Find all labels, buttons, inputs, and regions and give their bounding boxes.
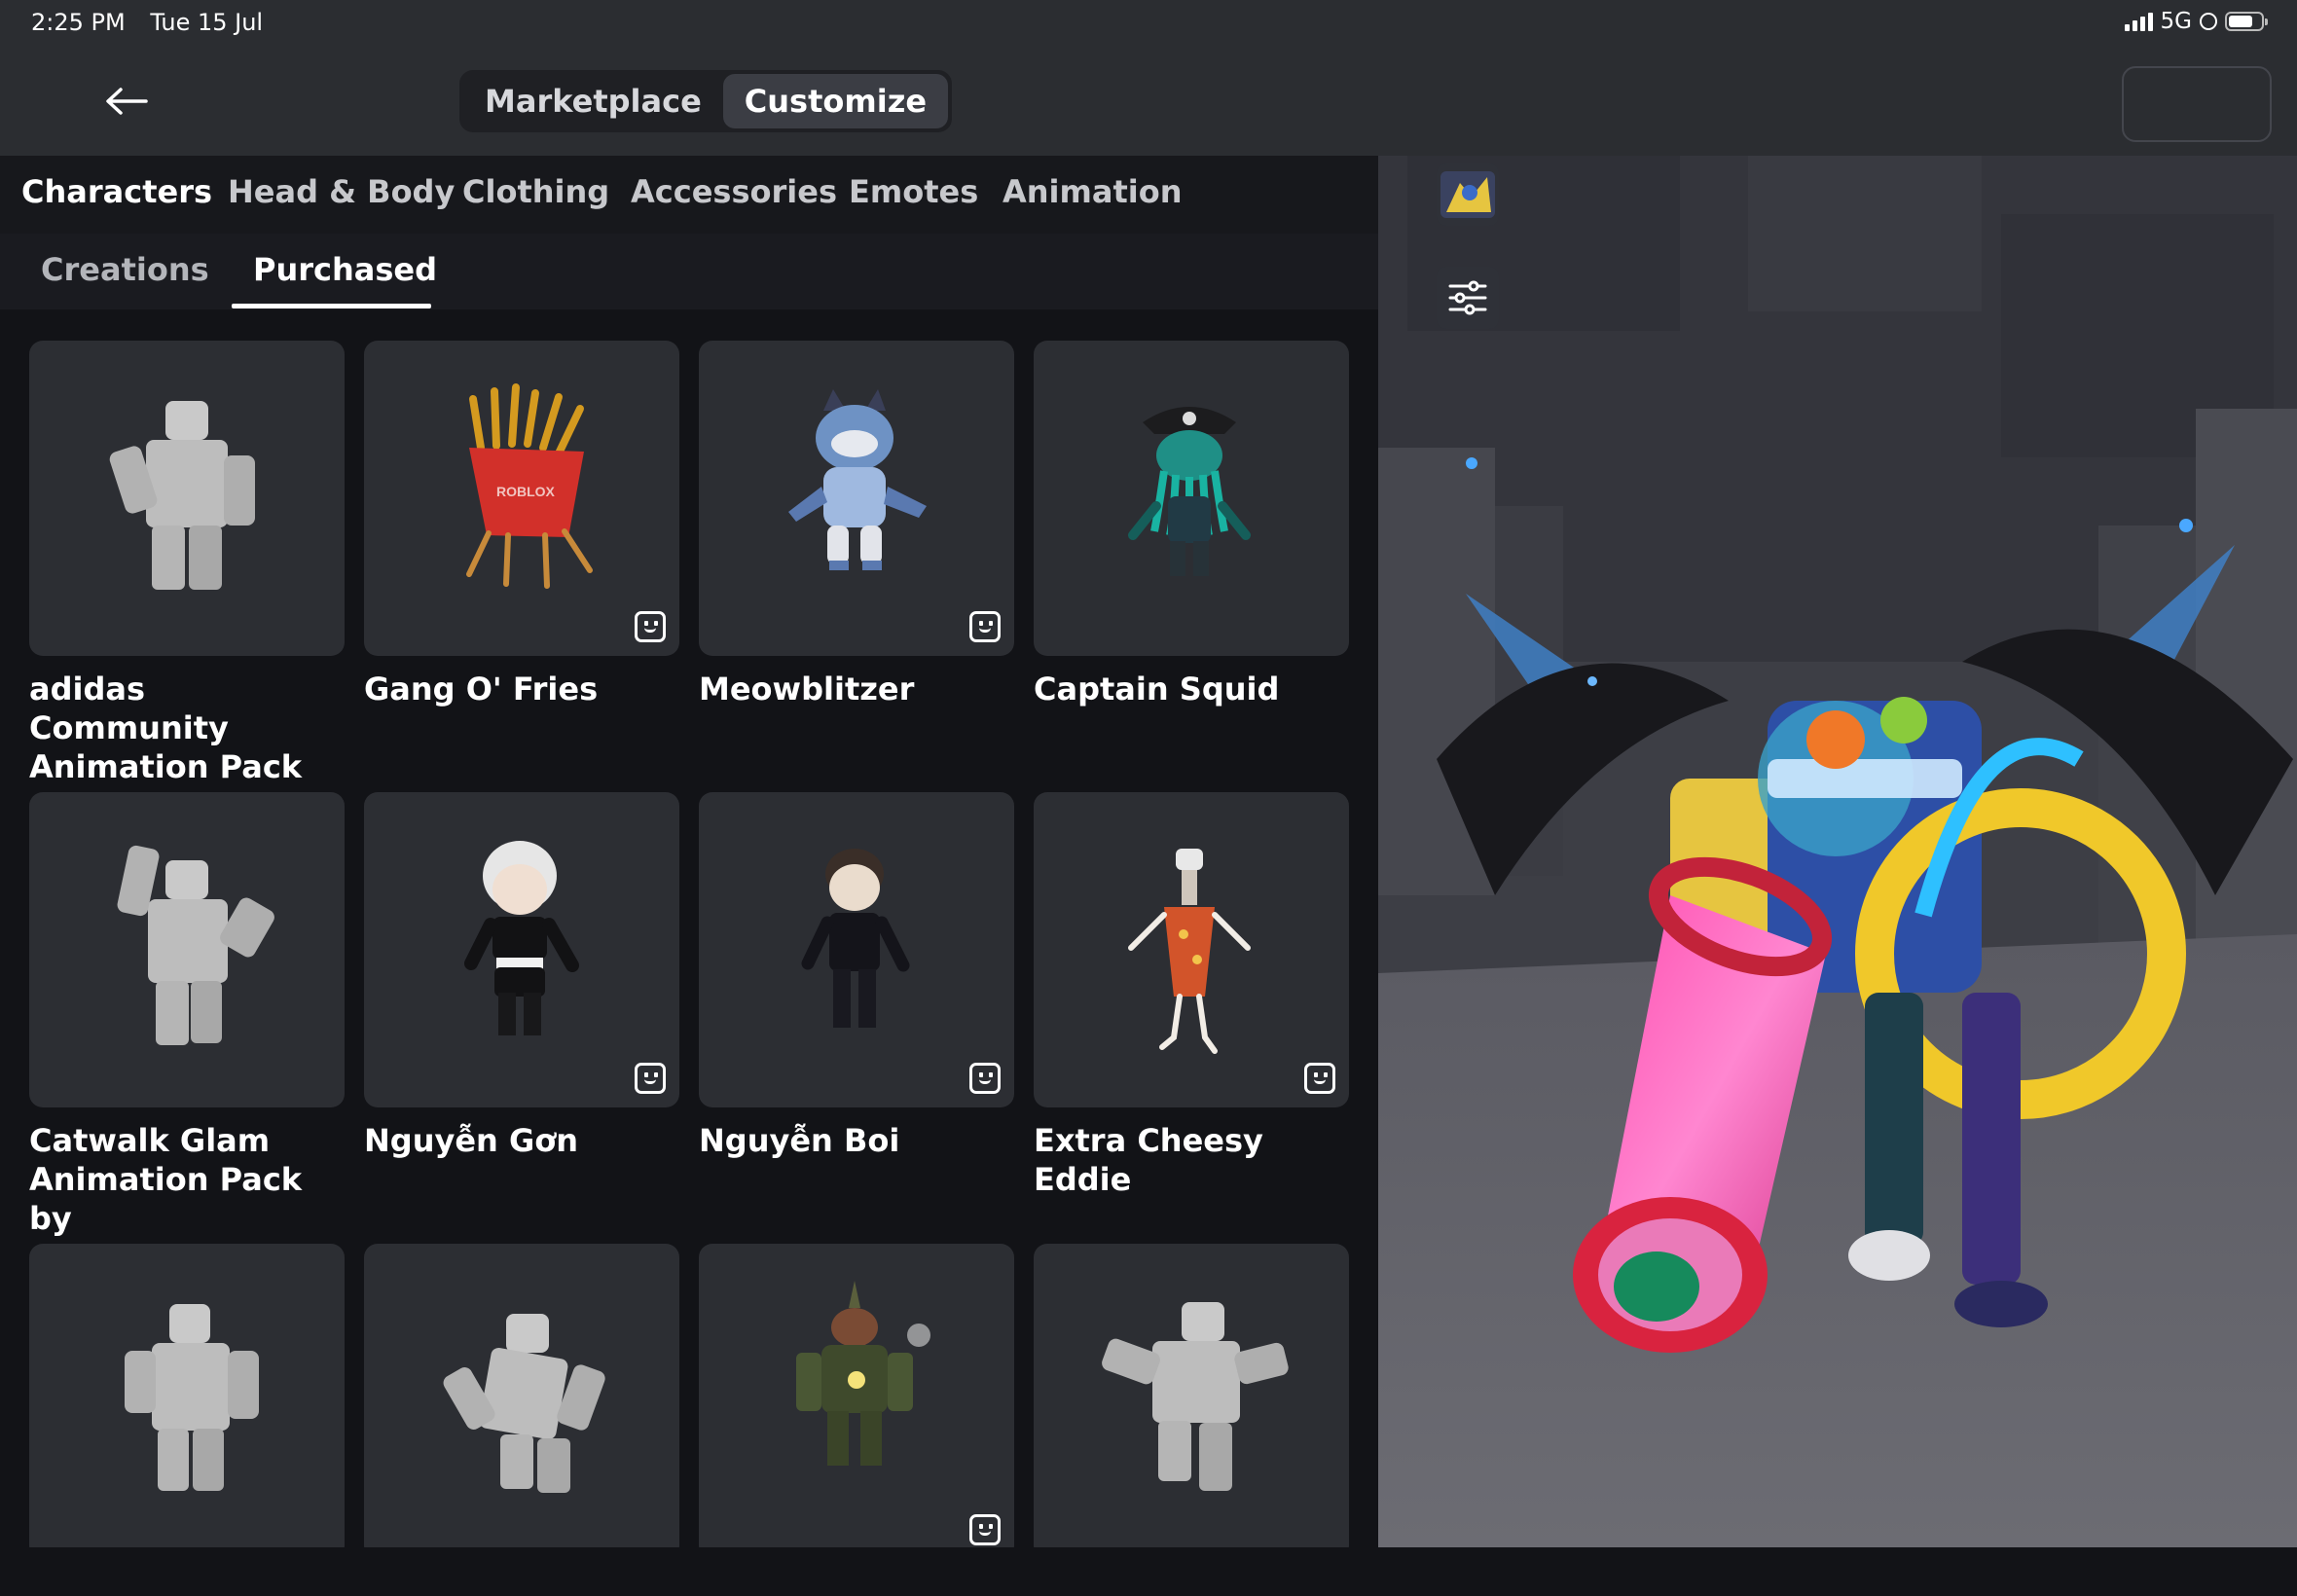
status-time: 2:25 PM (31, 9, 126, 36)
item-card[interactable]: Nguyễn Boi (699, 792, 1034, 1160)
tab-creations[interactable]: Creations (41, 251, 209, 288)
item-thumbnail (699, 341, 1014, 656)
item-thumbnail (364, 792, 679, 1107)
blocky-avatar-image (117, 845, 274, 1045)
fries-avatar-image: ROBLOX (466, 383, 593, 589)
item-thumbnail: ROBLOX (364, 341, 679, 656)
tab-animation[interactable]: Animation (1003, 173, 1182, 210)
arrow-left-icon (106, 88, 148, 115)
orientation-lock-icon (2200, 13, 2217, 30)
tab-purchased[interactable]: Purchased (253, 251, 437, 288)
item-name: Catwalk Glam Animation Pack by (29, 1122, 303, 1237)
dynamic-head-icon (969, 611, 1001, 642)
battery-icon (2225, 12, 2268, 31)
item-thumbnail (1034, 792, 1349, 1107)
item-name: Gang O' Fries (364, 671, 599, 707)
item-card[interactable]: Catwalk Glam Animation Pack by (29, 792, 364, 1238)
item-card[interactable]: adidas Community Animation Pack (29, 341, 364, 786)
mech-avatar-image (796, 1281, 930, 1466)
dynamic-head-icon (635, 611, 666, 642)
item-name: Nguyễn Gơn (364, 1122, 578, 1159)
item-thumbnail (364, 1244, 679, 1547)
tab-characters[interactable]: Characters (21, 173, 212, 210)
dynamic-head-icon (969, 1063, 1001, 1094)
top-right-button[interactable] (2122, 66, 2272, 142)
avatar-settings-button[interactable] (1437, 267, 1499, 329)
item-thumbnail (29, 341, 345, 656)
status-time-date: 2:25 PM Tue 15 Jul (31, 9, 263, 36)
item-thumbnail (29, 792, 345, 1107)
marketplace-customize-toggle: Marketplace Customize (459, 70, 953, 132)
avatar-thumbnail-icon (1440, 171, 1495, 218)
item-thumbnail (699, 792, 1014, 1107)
item-name: Nguyễn Boi (699, 1122, 900, 1159)
item-card[interactable] (29, 1244, 364, 1547)
item-name: adidas Community Animation Pack (29, 671, 303, 785)
status-date: Tue 15 Jul (150, 9, 264, 36)
bottom-strip (0, 1547, 2297, 1596)
meowblitzer-avatar-image (788, 389, 927, 570)
captain-squid-avatar-image (1128, 407, 1251, 576)
tab-clothing[interactable]: Clothing (462, 173, 609, 210)
avatar-viewport[interactable] (1378, 156, 2297, 1547)
item-name: Captain Squid (1034, 671, 1280, 707)
avatar-thumbnail-button[interactable] (1437, 163, 1499, 226)
item-name: Meowblitzer (699, 671, 915, 707)
item-thumbnail (1034, 341, 1349, 656)
tab-customize[interactable]: Customize (722, 74, 949, 128)
blocky-avatar-image (443, 1314, 605, 1493)
dynamic-head-icon (1304, 1063, 1335, 1094)
tab-marketplace[interactable]: Marketplace (463, 74, 723, 128)
tab-accessories[interactable]: Accessories (631, 173, 837, 210)
sliders-icon (1448, 280, 1487, 315)
item-card[interactable]: Meowblitzer (699, 341, 1034, 708)
item-card[interactable]: Nguyễn Gơn (364, 792, 699, 1160)
item-thumbnail (1034, 1244, 1349, 1547)
extra-cheesy-eddie-avatar-image (1128, 849, 1251, 1054)
dynamic-head-icon (969, 1514, 1001, 1545)
network-label: 5G (2160, 9, 2192, 34)
active-tab-indicator (232, 304, 431, 308)
avatar-preview-image (1378, 156, 2297, 1547)
item-card[interactable]: ROBLOX Gang O' Fries (364, 341, 699, 708)
back-button[interactable] (97, 72, 156, 130)
tab-emotes[interactable]: Emotes (849, 173, 978, 210)
tab-head-body[interactable]: Head & Body (228, 173, 455, 210)
nguyen-boi-avatar-image (801, 849, 910, 1028)
item-card[interactable] (699, 1244, 1034, 1547)
item-name: Extra Cheesy Eddie (1034, 1122, 1263, 1198)
nguyen-gon-avatar-image (464, 841, 579, 1035)
blocky-avatar-image (109, 401, 255, 590)
status-indicators: 5G (2124, 9, 2268, 34)
blocky-avatar-image (1102, 1302, 1289, 1491)
item-thumbnail (29, 1244, 345, 1547)
item-card[interactable]: Extra Cheesy Eddie (1034, 792, 1368, 1199)
item-card[interactable]: Captain Squid (1034, 341, 1368, 708)
status-bar: 2:25 PM Tue 15 Jul 5G (0, 0, 2297, 47)
blocky-avatar-image (125, 1304, 259, 1491)
item-thumbnail (699, 1244, 1014, 1547)
item-card[interactable] (364, 1244, 699, 1547)
svg-text:ROBLOX: ROBLOX (496, 484, 556, 499)
dynamic-head-icon (635, 1063, 666, 1094)
signal-icon (2124, 12, 2153, 31)
item-card[interactable] (1034, 1244, 1368, 1547)
